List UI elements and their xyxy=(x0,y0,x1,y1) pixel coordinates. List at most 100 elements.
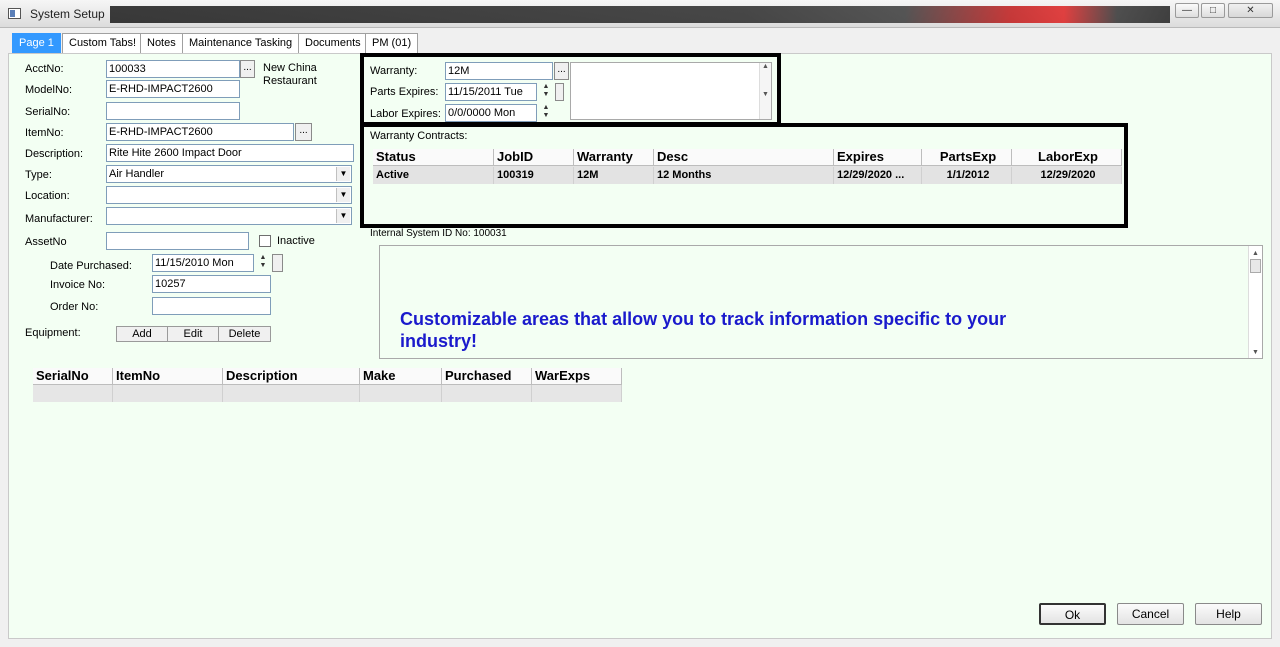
contracts-col-expires[interactable]: Expires xyxy=(834,149,922,166)
equipment-cell xyxy=(113,385,223,402)
equipment-cell xyxy=(532,385,622,402)
custom-fields-area[interactable]: Customizable areas that allow you to tra… xyxy=(379,245,1263,359)
title-background-strip xyxy=(110,6,1170,23)
tab-page-1[interactable]: Page 1 xyxy=(12,33,61,53)
equipment-grid-header: SerialNo ItemNo Description Make Purchas… xyxy=(33,368,622,385)
window-title: System Setup xyxy=(30,7,105,21)
serialno-label: SerialNo: xyxy=(25,106,71,118)
equipment-cell xyxy=(223,385,360,402)
type-label: Type: xyxy=(25,169,52,181)
equipment-grid-empty-row[interactable] xyxy=(33,385,622,402)
warranty-field[interactable]: 12M xyxy=(445,62,553,80)
contracts-col-laborexp[interactable]: LaborExp xyxy=(1012,149,1122,166)
equipment-cell xyxy=(442,385,532,402)
type-select[interactable]: Air Handler ▼ xyxy=(106,165,352,183)
tab-maintenance-tasking[interactable]: Maintenance Tasking xyxy=(182,33,300,53)
tab-pm[interactable]: PM (01) xyxy=(365,33,419,53)
equipment-col-purchased[interactable]: Purchased xyxy=(442,368,532,385)
date-purchased-calendar-button[interactable] xyxy=(272,254,283,272)
row-partsexp: 1/1/2012 xyxy=(922,167,1012,184)
equipment-delete-button[interactable]: Delete xyxy=(218,326,271,342)
modelno-field[interactable]: E-RHD-IMPACT2600 xyxy=(106,80,240,98)
contracts-col-jobid[interactable]: JobID xyxy=(494,149,574,166)
equipment-col-itemno[interactable]: ItemNo xyxy=(113,368,223,385)
row-laborexp: 12/29/2020 xyxy=(1012,167,1122,184)
order-no-label: Order No: xyxy=(50,301,99,313)
row-desc: 12 Months xyxy=(654,167,834,184)
warranty-lookup-button[interactable]: ... xyxy=(554,62,569,80)
customer-name: New China Restaurant xyxy=(263,62,317,87)
warranty-contracts-title: Warranty Contracts: xyxy=(370,130,468,142)
itemno-label: ItemNo: xyxy=(25,127,64,139)
labor-expires-spinner[interactable]: ▲ ▼ xyxy=(539,104,553,122)
date-purchased-field[interactable]: 11/15/2010 Mon xyxy=(152,254,254,272)
tab-notes[interactable]: Notes xyxy=(140,33,183,53)
assetno-label: AssetNo xyxy=(25,236,67,248)
equipment-col-make[interactable]: Make xyxy=(360,368,442,385)
equipment-cell xyxy=(360,385,442,402)
manufacturer-select[interactable]: ▼ xyxy=(106,207,352,225)
itemno-field[interactable]: E-RHD-IMPACT2600 xyxy=(106,123,294,141)
custom-area-caption: Customizable areas that allow you to tra… xyxy=(400,309,1007,351)
minimize-button[interactable]: — xyxy=(1175,3,1199,18)
app-icon xyxy=(8,8,21,19)
contracts-col-status[interactable]: Status xyxy=(373,149,494,166)
title-bar: System Setup — □ ✕ xyxy=(0,0,1280,28)
equipment-add-button[interactable]: Add xyxy=(116,326,168,342)
equipment-col-description[interactable]: Description xyxy=(223,368,360,385)
parts-expires-label: Parts Expires: xyxy=(370,86,439,98)
contracts-grid-header: Status JobID Warranty Desc Expires Parts… xyxy=(373,149,1122,166)
row-warranty: 12M xyxy=(574,167,654,184)
row-status: Active xyxy=(373,167,494,184)
invoice-no-label: Invoice No: xyxy=(50,279,106,291)
description-field[interactable]: Rite Hite 2600 Impact Door xyxy=(106,144,354,162)
modelno-label: ModelNo: xyxy=(25,84,73,96)
parts-expires-spinner[interactable]: ▲ ▼ xyxy=(539,83,553,101)
equipment-edit-button[interactable]: Edit xyxy=(167,326,219,342)
help-button[interactable]: Help xyxy=(1195,603,1262,625)
acctno-field[interactable]: 100033 xyxy=(106,60,240,78)
chevron-down-icon[interactable]: ▼ xyxy=(336,209,350,223)
acctno-label: AcctNo: xyxy=(25,63,64,75)
location-label: Location: xyxy=(25,190,70,202)
table-row[interactable]: Active 100319 12M 12 Months 12/29/2020 .… xyxy=(373,166,1122,184)
equipment-cell xyxy=(33,385,113,402)
contracts-col-warranty[interactable]: Warranty xyxy=(574,149,654,166)
ok-button[interactable]: Ok xyxy=(1039,603,1106,625)
equipment-col-serialno[interactable]: SerialNo xyxy=(33,368,113,385)
row-jobid: 100319 xyxy=(494,167,574,184)
close-button[interactable]: ✕ xyxy=(1228,3,1273,18)
manufacturer-label: Manufacturer: xyxy=(25,213,93,225)
warranty-notes-area[interactable]: ▲ ▼ xyxy=(570,62,772,120)
serialno-field[interactable] xyxy=(106,102,240,120)
row-expires: 12/29/2020 ... xyxy=(834,167,922,184)
location-select[interactable]: ▼ xyxy=(106,186,352,204)
invoice-no-field[interactable]: 10257 xyxy=(152,275,271,293)
warranty-label: Warranty: xyxy=(370,65,418,77)
tab-documents[interactable]: Documents xyxy=(298,33,368,53)
chevron-down-icon[interactable]: ▼ xyxy=(336,167,350,181)
labor-expires-field[interactable]: 0/0/0000 Mon xyxy=(445,104,537,122)
acctno-lookup-button[interactable]: ... xyxy=(240,60,255,78)
warranty-notes-scrollbar[interactable]: ▲ ▼ xyxy=(759,63,771,119)
tab-custom-tabs[interactable]: Custom Tabs! xyxy=(62,33,144,53)
parts-expires-field[interactable]: 11/15/2011 Tue xyxy=(445,83,537,101)
maximize-button[interactable]: □ xyxy=(1201,3,1225,18)
equipment-label: Equipment: xyxy=(25,327,81,339)
itemno-lookup-button[interactable]: ... xyxy=(295,123,312,141)
custom-area-scrollbar[interactable]: ▲ ▼ xyxy=(1248,246,1262,358)
contracts-col-partsexp[interactable]: PartsExp xyxy=(922,149,1012,166)
date-purchased-spinner[interactable]: ▲ ▼ xyxy=(256,254,270,272)
assetno-field[interactable] xyxy=(106,232,249,250)
inactive-checkbox[interactable] xyxy=(259,235,271,247)
cancel-button[interactable]: Cancel xyxy=(1117,603,1184,625)
description-label: Description: xyxy=(25,148,84,160)
chevron-down-icon[interactable]: ▼ xyxy=(336,188,350,202)
type-value: Air Handler xyxy=(109,168,165,180)
internal-system-id: Internal System ID No: 100031 xyxy=(370,228,507,239)
order-no-field[interactable] xyxy=(152,297,271,315)
contracts-col-desc[interactable]: Desc xyxy=(654,149,834,166)
parts-expires-calendar-button[interactable] xyxy=(555,83,564,101)
equipment-col-warexps[interactable]: WarExps xyxy=(532,368,622,385)
date-purchased-label: Date Purchased: xyxy=(50,260,132,272)
